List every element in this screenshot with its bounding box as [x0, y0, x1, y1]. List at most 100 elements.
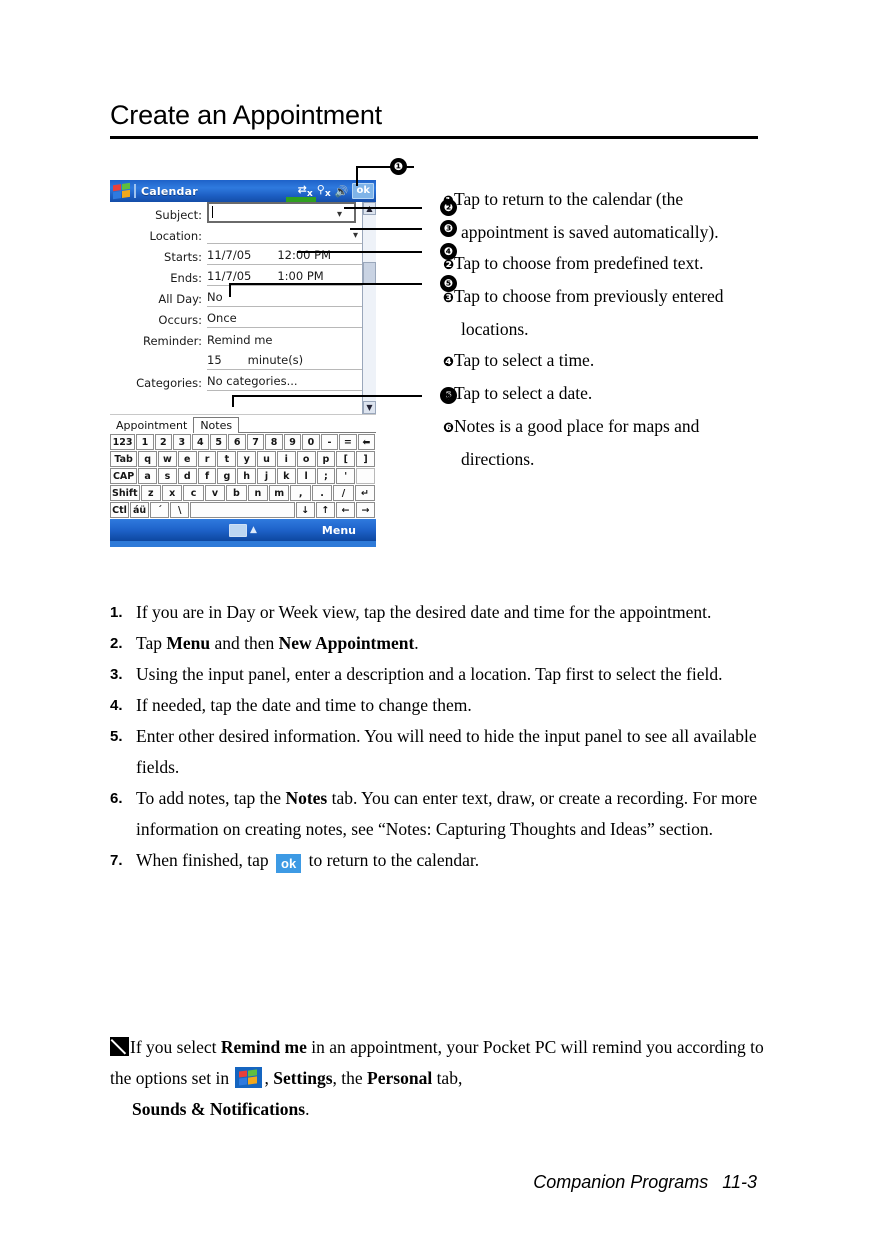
key-m[interactable]: m [269, 485, 290, 501]
key-9[interactable]: 9 [283, 434, 302, 450]
key-accent[interactable]: ´ [150, 502, 170, 518]
starts-date[interactable]: 11/7/05 [207, 248, 251, 263]
key-e[interactable]: e [177, 451, 197, 467]
key-r[interactable]: r [197, 451, 217, 467]
key-intl[interactable]: áü [130, 502, 150, 518]
key-slash[interactable]: / [333, 485, 354, 501]
key-t[interactable]: t [217, 451, 237, 467]
field-row-location[interactable]: Location: ▾ [110, 223, 376, 244]
field-row-reminder[interactable]: Reminder: Remind me [110, 328, 376, 349]
pda-scrollbar[interactable]: ▲ ▼ [362, 202, 376, 414]
field-row-occurs[interactable]: Occurs: Once [110, 307, 376, 328]
key-123[interactable]: 123 [110, 434, 136, 450]
field-row-subject[interactable]: Subject: ▾ [110, 202, 376, 223]
key-space[interactable] [190, 502, 295, 518]
chevron-up-icon[interactable]: ▲ [250, 525, 257, 535]
field-row-allday[interactable]: All Day: No [110, 286, 376, 307]
key-j[interactable]: j [257, 468, 276, 484]
key-p[interactable]: p [316, 451, 336, 467]
keyboard-row-1[interactable]: 123 1 2 3 4 5 6 7 8 9 0 - = ⬅ [110, 434, 376, 450]
key-g[interactable]: g [217, 468, 237, 484]
key-o[interactable]: o [296, 451, 316, 467]
key-bracket-right[interactable]: ] [356, 451, 375, 467]
volume-icon[interactable]: 🔊 [335, 185, 349, 198]
key-q[interactable]: q [138, 451, 158, 467]
key-equals[interactable]: = [339, 434, 357, 450]
ends-time[interactable]: 1:00 PM [277, 269, 323, 284]
key-1[interactable]: 1 [136, 434, 154, 450]
reminder-minutes-value[interactable]: 15 minute(s) [207, 353, 376, 370]
key-c[interactable]: c [183, 485, 204, 501]
scrollbar-thumb[interactable] [363, 262, 376, 284]
key-0[interactable]: 0 [302, 434, 320, 450]
key-bracket-left[interactable]: [ [336, 451, 356, 467]
key-5[interactable]: 5 [209, 434, 228, 450]
key-v[interactable]: v [204, 485, 226, 501]
windows-start-icon[interactable] [113, 182, 131, 200]
ends-date[interactable]: 11/7/05 [207, 269, 251, 284]
key-b[interactable]: b [226, 485, 247, 501]
key-4[interactable]: 4 [191, 434, 209, 450]
keyboard-row-2[interactable]: Tab q w e r t y u i o p [ ] [110, 451, 376, 467]
tab-appointment[interactable]: Appointment [110, 418, 193, 433]
connectivity-x-icon[interactable]: ⚲x [317, 183, 331, 199]
pda-tab-bar[interactable]: Appointment Notes [110, 414, 376, 433]
key-d[interactable]: d [177, 468, 197, 484]
chevron-down-icon[interactable]: ▾ [353, 230, 358, 241]
field-row-starts[interactable]: Starts: 11/7/05 12:00 PM [110, 244, 376, 265]
key-6[interactable]: 6 [228, 434, 246, 450]
key-apostrophe[interactable]: ' [336, 468, 356, 484]
reminder-value[interactable]: Remind me [207, 333, 376, 349]
key-8[interactable]: 8 [265, 434, 283, 450]
key-z[interactable]: z [140, 485, 161, 501]
input-panel-icon[interactable] [229, 523, 248, 537]
key-shift[interactable]: Shift [110, 485, 140, 501]
key-period[interactable]: . [311, 485, 333, 501]
pda-menu-button[interactable]: Menu [322, 524, 356, 537]
chevron-down-icon[interactable]: ▾ [337, 209, 342, 220]
key-ctl[interactable]: Ctl [110, 502, 130, 518]
arrow-down-key-icon[interactable]: ↓ [295, 502, 315, 518]
key-comma[interactable]: , [290, 485, 311, 501]
field-row-categories[interactable]: Categories: No categories... [110, 370, 376, 391]
key-l[interactable]: l [296, 468, 316, 484]
key-tab[interactable]: Tab [110, 451, 138, 467]
field-row-reminder-minutes[interactable]: 15 minute(s) [110, 349, 376, 370]
soft-keyboard[interactable]: 123 1 2 3 4 5 6 7 8 9 0 - = ⬅ Tab q w e … [110, 433, 376, 518]
key-backslash[interactable]: \ [170, 502, 190, 518]
key-3[interactable]: 3 [173, 434, 191, 450]
arrow-right-key-icon[interactable]: → [355, 502, 376, 518]
backspace-key-icon[interactable]: ⬅ [357, 434, 376, 450]
tab-notes[interactable]: Notes [193, 417, 240, 433]
inline-ok-button-icon[interactable]: ok [276, 854, 302, 873]
reminder-unit[interactable]: minute(s) [248, 353, 304, 368]
key-k[interactable]: k [276, 468, 296, 484]
keyboard-row-4[interactable]: Shift z x c v b n m , . / ↵ [110, 485, 376, 501]
subject-input[interactable] [207, 202, 356, 223]
key-w[interactable]: w [158, 451, 177, 467]
key-2[interactable]: 2 [154, 434, 173, 450]
scroll-down-arrow[interactable]: ▼ [363, 401, 376, 414]
windows-start-icon[interactable] [235, 1067, 263, 1088]
key-i[interactable]: i [276, 451, 296, 467]
key-s[interactable]: s [158, 468, 177, 484]
key-u[interactable]: u [257, 451, 276, 467]
key-7[interactable]: 7 [246, 434, 265, 450]
key-a[interactable]: a [138, 468, 158, 484]
enter-key-icon[interactable]: ↵ [354, 485, 376, 501]
keyboard-row-3[interactable]: CAP a s d f g h j k l ; ' [110, 468, 376, 484]
key-f[interactable]: f [197, 468, 217, 484]
reminder-amount[interactable]: 15 [207, 353, 222, 368]
arrow-left-key-icon[interactable]: ← [335, 502, 355, 518]
arrow-up-key-icon[interactable]: ↑ [315, 502, 335, 518]
key-caps[interactable]: CAP [110, 468, 138, 484]
categories-value[interactable]: No categories... [207, 374, 376, 391]
allday-value[interactable]: No [207, 290, 376, 307]
key-minus[interactable]: - [320, 434, 339, 450]
occurs-value[interactable]: Once [207, 311, 376, 328]
key-x[interactable]: x [162, 485, 183, 501]
key-semicolon[interactable]: ; [316, 468, 336, 484]
key-n[interactable]: n [247, 485, 269, 501]
pda-taskbar[interactable]: ▲ Menu [110, 519, 376, 541]
key-y[interactable]: y [237, 451, 257, 467]
